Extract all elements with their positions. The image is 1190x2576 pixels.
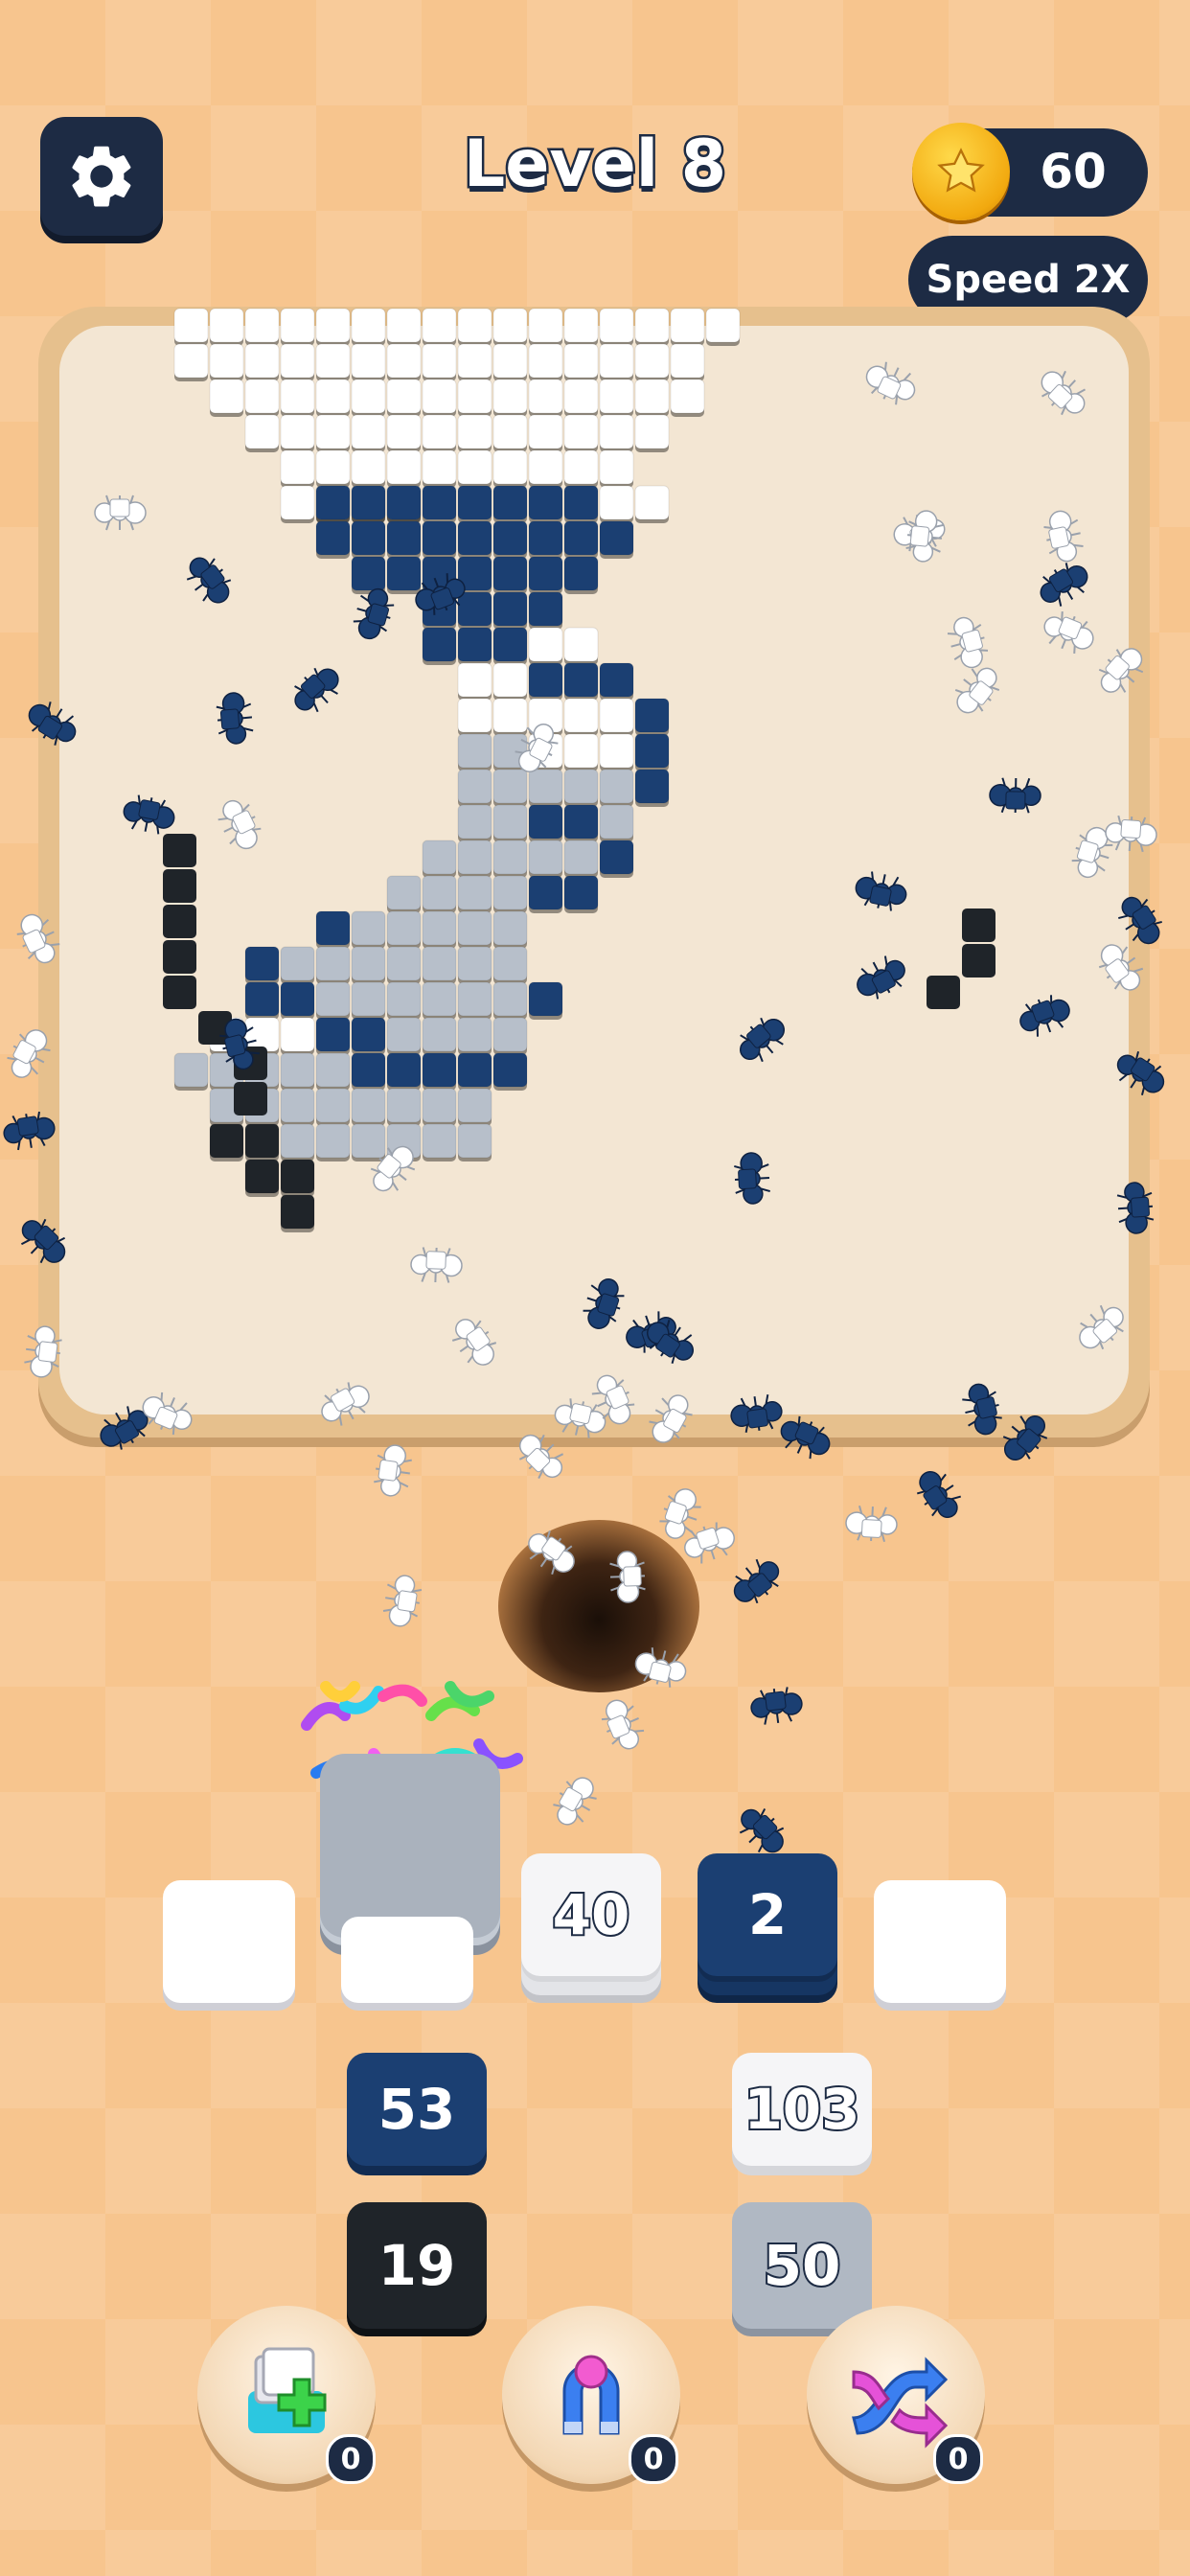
ant	[734, 1152, 770, 1205]
ant	[321, 1382, 370, 1426]
queue-white-tile: 103	[732, 2053, 872, 2166]
ant	[123, 794, 175, 835]
ant	[730, 1394, 783, 1433]
ant	[916, 1470, 962, 1519]
ants-layer	[3, 361, 1165, 1853]
empty-slot[interactable]	[163, 1880, 295, 2003]
ant	[1019, 995, 1070, 1037]
white-stack-count: 40	[521, 1853, 661, 1976]
magnet-count-badge: 0	[629, 2434, 678, 2484]
ant	[1118, 896, 1162, 945]
ant	[962, 1383, 1002, 1436]
ant	[1098, 944, 1144, 991]
ant	[954, 667, 1000, 714]
ant	[583, 1278, 625, 1329]
magnet-icon	[562, 2355, 620, 2435]
ant	[989, 777, 1041, 814]
ant	[20, 1218, 66, 1264]
ant	[947, 616, 989, 669]
ant	[1040, 563, 1088, 607]
ant	[294, 667, 339, 713]
add-slot-icon	[248, 2347, 327, 2433]
ant	[553, 1777, 597, 1826]
queue-right-column[interactable]: 103 50	[732, 2053, 876, 2340]
ant	[410, 1247, 463, 1283]
ant	[518, 1434, 564, 1480]
queue-left-column[interactable]: 53 19	[347, 2053, 491, 2340]
ant	[845, 1506, 898, 1542]
ant	[142, 1392, 193, 1436]
ant	[1043, 510, 1084, 563]
ant	[634, 1647, 687, 1688]
ant	[1041, 370, 1086, 416]
ant	[451, 1319, 497, 1366]
ant	[528, 1530, 575, 1576]
ant	[1043, 611, 1094, 654]
ant	[1079, 1304, 1124, 1350]
ant	[415, 573, 466, 615]
ant	[855, 871, 907, 911]
ant	[3, 1111, 56, 1151]
ant	[370, 1145, 416, 1192]
ant	[1098, 648, 1144, 693]
ant	[186, 557, 232, 604]
ant	[1002, 1414, 1048, 1461]
ant	[733, 1558, 780, 1604]
shuffle-count-badge: 0	[933, 2434, 983, 2484]
ant	[374, 1444, 412, 1497]
ant	[1116, 1182, 1155, 1234]
ant	[382, 1575, 423, 1627]
shuffle-icon	[852, 2357, 949, 2449]
slot-stack-white[interactable]: 40	[521, 1853, 661, 2007]
ant	[1116, 1051, 1165, 1095]
ant	[217, 799, 262, 850]
ant	[739, 1017, 786, 1063]
queue-navy-tile: 53	[347, 2053, 487, 2166]
ant	[219, 1018, 260, 1070]
ant	[216, 692, 254, 745]
ant	[7, 1029, 51, 1078]
ant	[865, 361, 916, 405]
ant	[684, 1522, 735, 1564]
ant	[857, 955, 905, 1000]
ant	[1105, 815, 1157, 853]
queue-grey-tile: 50	[732, 2202, 872, 2329]
ant	[649, 1394, 693, 1443]
ant	[16, 913, 60, 964]
ant	[780, 1415, 831, 1460]
slot-stack-navy[interactable]: 2	[698, 1853, 837, 2007]
empty-slot[interactable]	[874, 1880, 1006, 2003]
ant	[554, 1398, 606, 1438]
ant	[94, 494, 147, 531]
queue-black-tile: 19	[347, 2202, 487, 2329]
ant	[515, 723, 559, 773]
ant	[609, 1551, 646, 1603]
ant	[28, 702, 77, 746]
add-slot-count-badge: 0	[326, 2434, 376, 2484]
slot-base	[341, 1917, 473, 2003]
ant	[601, 1699, 645, 1750]
ant	[353, 587, 395, 640]
navy-stack-count: 2	[698, 1853, 837, 1976]
ant	[24, 1325, 62, 1378]
ant	[750, 1687, 803, 1725]
ant	[739, 1807, 785, 1853]
